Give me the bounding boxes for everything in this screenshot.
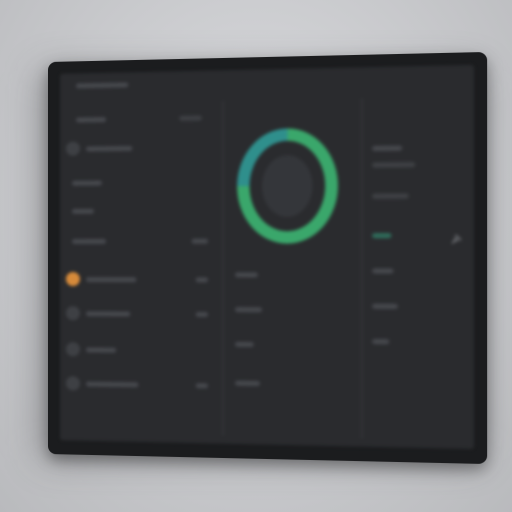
right-row-bar	[372, 145, 403, 152]
mid-row	[234, 338, 344, 353]
list-item-value	[195, 382, 209, 388]
avatar-icon	[65, 342, 80, 357]
list-item-value	[195, 311, 209, 317]
donut-svg	[235, 128, 340, 250]
right-row-bar	[372, 303, 398, 310]
list-item-value	[195, 276, 209, 282]
list-item[interactable]	[65, 138, 208, 158]
list-item-label	[71, 208, 94, 214]
list-item[interactable]	[65, 304, 209, 323]
list-item[interactable]	[66, 172, 208, 191]
left-header-bar	[75, 117, 107, 123]
right-row	[372, 268, 465, 281]
mid-row-bar	[234, 380, 260, 387]
mid-row	[234, 303, 344, 318]
right-row-bar	[372, 268, 394, 274]
mid-row-bar	[234, 272, 258, 278]
right-row-bar	[372, 233, 392, 239]
app-title-placeholder	[75, 82, 129, 89]
dashboard-screen	[59, 64, 474, 450]
list-item-label	[85, 381, 139, 387]
wall-display	[48, 51, 488, 465]
avatar-icon	[65, 376, 80, 391]
left-header-value	[179, 115, 202, 121]
pin-icon[interactable]	[450, 233, 463, 246]
avatar-icon	[65, 272, 80, 287]
mid-row	[234, 268, 344, 283]
right-row	[372, 338, 465, 352]
right-row	[372, 145, 465, 159]
right-row-bar	[372, 162, 416, 168]
list-item[interactable]	[65, 374, 209, 394]
donut-chart	[235, 128, 340, 250]
mid-row-bar	[234, 341, 254, 348]
status-dot-icon	[65, 141, 80, 156]
list-item[interactable]	[66, 201, 208, 220]
divider-right	[361, 98, 363, 439]
right-row	[372, 303, 465, 317]
mid-row-bar	[234, 307, 263, 313]
divider-left	[222, 100, 224, 436]
right-row-bar	[372, 338, 390, 345]
avatar-icon	[65, 306, 80, 321]
list-item-label	[71, 238, 107, 244]
mid-row	[234, 377, 344, 393]
right-row-bar	[372, 193, 409, 199]
right-row	[372, 193, 465, 206]
donut-center	[262, 154, 313, 218]
list-item-label	[85, 346, 117, 353]
list-item-label	[85, 145, 133, 152]
list-item-value	[191, 238, 209, 244]
list-item-label	[85, 276, 137, 282]
list-item-label	[71, 180, 103, 186]
list-item[interactable]	[66, 232, 209, 250]
list-item[interactable]	[65, 340, 208, 360]
list-item-highlighted[interactable]	[65, 270, 209, 289]
right-row	[372, 162, 465, 175]
list-item-label	[85, 310, 131, 317]
